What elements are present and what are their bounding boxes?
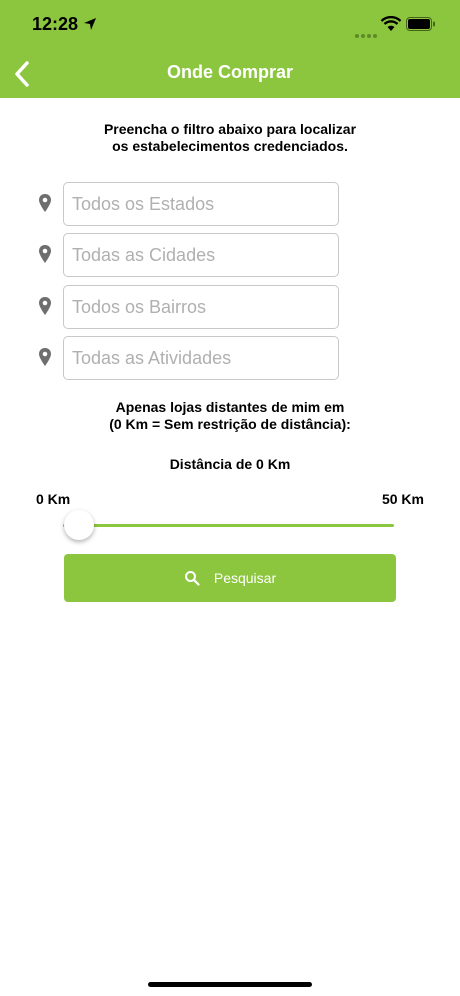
activity-filter-row [36,336,346,380]
map-pin-icon [39,348,51,366]
neighborhood-input[interactable] [63,285,339,329]
search-icon [184,571,200,586]
wifi-icon [380,16,402,31]
state-filter-row [36,182,346,226]
distance-value-label: Distância de 0 Km [169,456,291,472]
neighborhood-filter-row [36,285,346,329]
activity-input[interactable] [63,336,339,380]
city-filter-row [36,233,346,277]
state-input[interactable] [63,182,339,226]
slider-track[interactable] [63,524,394,527]
map-pin-icon [39,194,51,212]
signal-icon [355,25,379,43]
distance-description: Apenas lojas distantes de mim em (0 Km =… [109,399,351,432]
city-input[interactable] [63,233,339,277]
distance-slider[interactable] [63,510,397,542]
map-pin-icon [39,245,51,263]
home-indicator[interactable] [148,982,312,987]
location-arrow-icon [84,18,96,30]
slider-thumb[interactable] [64,510,94,540]
slider-min-label: 0 Km [36,491,71,507]
battery-icon [406,17,435,31]
search-button-label: Pesquisar [213,570,277,586]
map-pin-icon [39,297,51,315]
search-button[interactable]: Pesquisar [64,554,396,602]
header-bar: 12:28 Onde Comprar [0,0,460,98]
page-title: Onde Comprar [166,62,294,82]
instructions-text: Preencha o filtro abaixo para localizar … [103,121,357,154]
slider-max-label: 50 Km [381,491,424,507]
status-time: 12:28 [32,14,79,34]
